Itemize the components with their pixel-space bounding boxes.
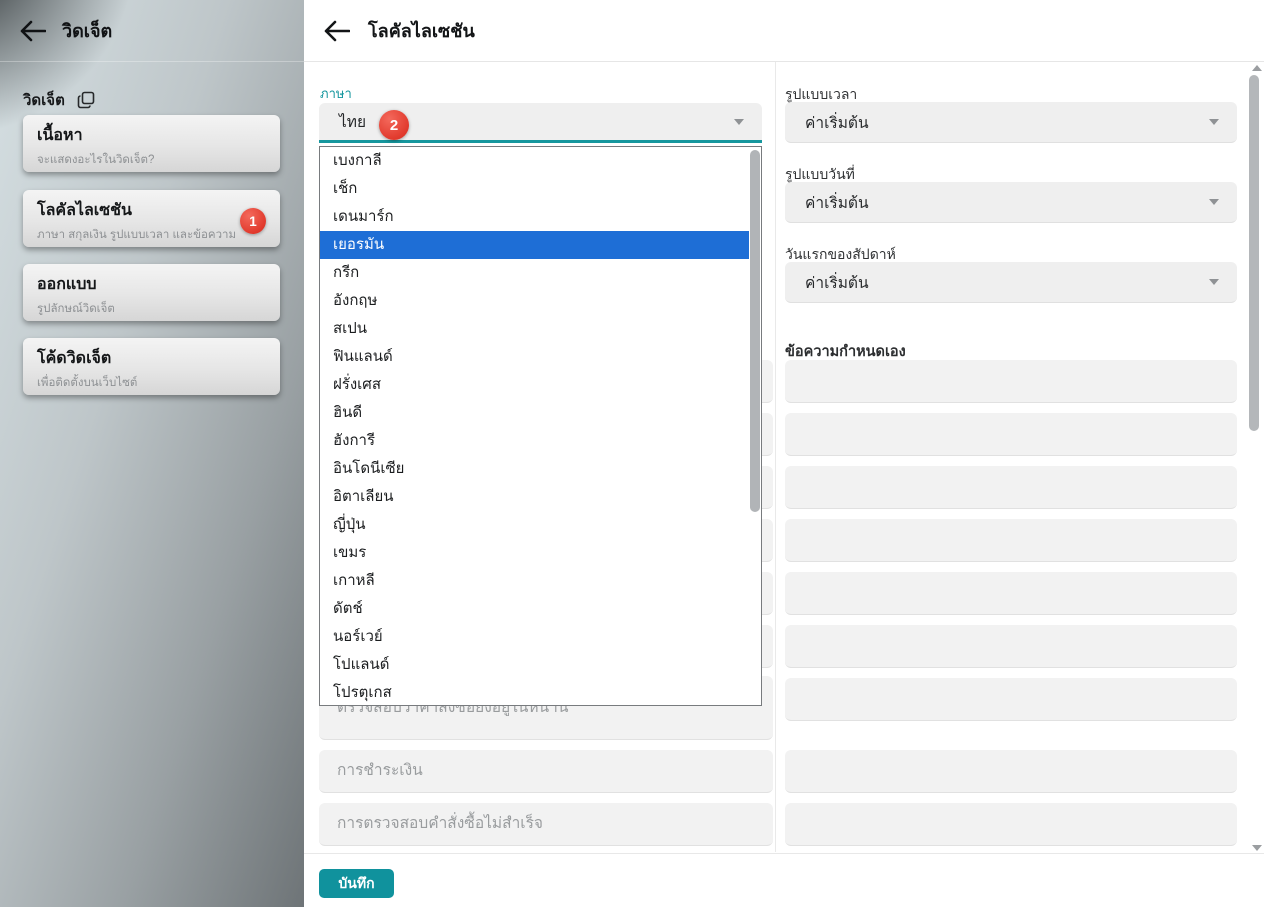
sidebar-header: วิดเจ็ต (0, 0, 304, 62)
save-bar: บันทึก (304, 853, 1264, 907)
language-option[interactable]: เกาหลี (320, 567, 761, 595)
language-option[interactable]: เบงกาลี (320, 147, 761, 175)
sidebar-item-content[interactable]: เนื้อหา จะแสดงอะไรในวิดเจ็ต? (23, 115, 280, 172)
scrollbar-up-arrow-icon[interactable] (1252, 65, 1262, 71)
copy-icon[interactable] (77, 91, 95, 109)
language-option[interactable]: เช็ก (320, 175, 761, 203)
language-option[interactable]: ญี่ปุ่น (320, 511, 761, 539)
chevron-down-icon (1209, 119, 1219, 125)
dropdown-scrollbar-thumb[interactable] (750, 150, 760, 512)
language-option[interactable]: กรีก (320, 259, 761, 287)
save-button[interactable]: บันทึก (319, 869, 394, 898)
chevron-down-icon (1209, 199, 1219, 205)
main-back-arrow-icon[interactable] (324, 20, 350, 42)
card-subtitle: เพื่อติดตั้งบนเว็บไซต์ (37, 377, 138, 389)
language-dropdown-list: เบงกาลี เช็ก เดนมาร์ก เยอรมัน กรีก อังกฤ… (319, 146, 762, 706)
card-title: เนื้อหา (37, 127, 83, 144)
language-option-highlighted[interactable]: เยอรมัน (320, 231, 749, 259)
card-title: โลคัลไลเซชัน (37, 202, 132, 219)
right-custom-field-7[interactable] (785, 678, 1237, 721)
time-format-select[interactable]: ค่าเริ่มต้น (785, 102, 1237, 143)
column-divider (775, 62, 776, 852)
main-header: โลคัลไลเซชัน (304, 0, 1264, 62)
card-subtitle: จะแสดงอะไรในวิดเจ็ต? (37, 154, 155, 166)
widget-section-row: วิดเจ็ต (23, 88, 95, 112)
language-option[interactable]: นอร์เวย์ (320, 623, 761, 651)
language-selected-value: ไทย (339, 114, 367, 131)
widget-settings-app: วิดเจ็ต วิดเจ็ต เนื้อหา จะแสดงอะไรในวิดเ… (0, 0, 1264, 907)
first-day-of-week-value: ค่าเริ่มต้น (805, 274, 869, 292)
right-custom-field-2[interactable] (785, 413, 1237, 456)
language-option[interactable]: เขมร (320, 539, 761, 567)
right-custom-field-3[interactable] (785, 466, 1237, 509)
sidebar-item-design[interactable]: ออกแบบ รูปลักษณ์วิดเจ็ต (23, 264, 280, 321)
right-custom-field-9[interactable] (785, 803, 1237, 846)
chevron-down-icon (1209, 279, 1219, 285)
localization-count-badge: 1 (240, 208, 266, 234)
language-option[interactable]: ดัตช์ (320, 595, 761, 623)
first-day-of-week-select[interactable]: ค่าเริ่มต้น (785, 262, 1237, 303)
sidebar-item-widget-code[interactable]: โค้ดวิดเจ็ต เพื่อติดตั้งบนเว็บไซต์ (23, 338, 280, 395)
language-option[interactable]: อิตาเลียน (320, 483, 761, 511)
time-format-value: ค่าเริ่มต้น (805, 114, 869, 132)
scrollbar-thumb[interactable] (1249, 75, 1259, 431)
card-title: โค้ดวิดเจ็ต (37, 350, 112, 367)
card-subtitle: ภาษา สกุลเงิน รูปแบบเวลา และข้อความ (37, 229, 237, 241)
card-title: ออกแบบ (37, 276, 97, 293)
scrollbar-down-arrow-icon[interactable] (1252, 845, 1262, 851)
language-label: ภาษา (320, 86, 352, 101)
language-option[interactable]: ฮังการี (320, 427, 761, 455)
widget-section-label: วิดเจ็ต (23, 92, 65, 109)
date-format-select[interactable]: ค่าเริ่มต้น (785, 182, 1237, 223)
language-option[interactable]: เดนมาร์ก (320, 203, 761, 231)
language-option[interactable]: ฮินดี (320, 399, 761, 427)
sidebar-title: วิดเจ็ต (62, 21, 113, 41)
language-option[interactable]: โปแลนด์ (320, 651, 761, 679)
order-check-failed-field[interactable] (319, 803, 773, 846)
card-subtitle: รูปลักษณ์วิดเจ็ต (37, 303, 115, 315)
page-title: โลคัลไลเซชัน (368, 21, 475, 41)
sidebar-back-arrow-icon[interactable] (20, 20, 46, 42)
language-option[interactable]: สเปน (320, 315, 761, 343)
language-option[interactable]: อังกฤษ (320, 287, 761, 315)
language-option[interactable]: ฟินแลนด์ (320, 343, 761, 371)
date-format-value: ค่าเริ่มต้น (805, 194, 869, 212)
language-count-badge: 2 (379, 110, 409, 140)
language-option[interactable]: ฝรั่งเศส (320, 371, 761, 399)
right-custom-field-4[interactable] (785, 519, 1237, 562)
right-custom-field-5[interactable] (785, 572, 1237, 615)
right-custom-field-1[interactable] (785, 360, 1237, 403)
right-custom-field-8[interactable] (785, 750, 1237, 793)
right-custom-field-6[interactable] (785, 625, 1237, 668)
payment-field[interactable] (319, 750, 773, 793)
sidebar: วิดเจ็ต วิดเจ็ต เนื้อหา จะแสดงอะไรในวิดเ… (0, 0, 304, 907)
language-option[interactable]: โปรตุเกส (320, 679, 761, 705)
chevron-down-icon (734, 118, 744, 125)
language-option[interactable]: อินโดนีเซีย (320, 455, 761, 483)
